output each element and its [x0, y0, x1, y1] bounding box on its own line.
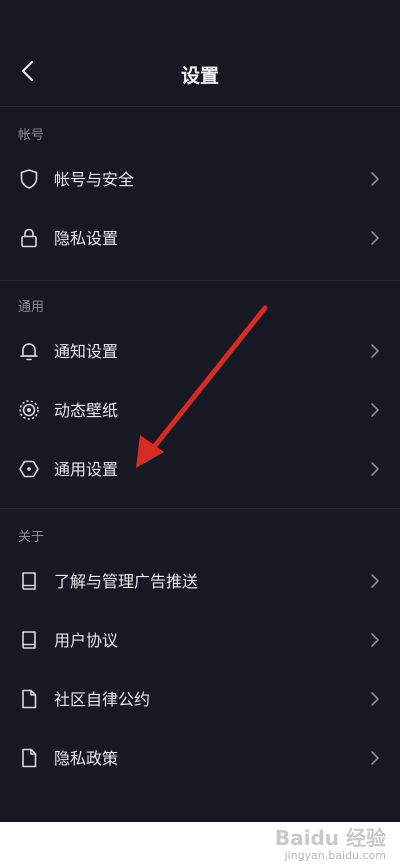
watermark-strip: Baidu 经验 jingyan.baidu.com	[0, 822, 400, 866]
settings-row-ad-preferences[interactable]: 了解与管理广告推送	[0, 552, 400, 611]
chevron-right-icon	[371, 231, 379, 245]
account-settings-list: 帐号与安全 隐私设置	[0, 150, 400, 268]
bell-icon	[18, 340, 40, 362]
settings-row-label: 用户协议	[54, 631, 119, 650]
settings-row-user-agreement[interactable]: 用户协议	[0, 611, 400, 670]
settings-row-general[interactable]: 通用设置	[0, 440, 400, 499]
settings-row-label: 隐私设置	[54, 229, 119, 248]
settings-row-label: 隐私政策	[54, 749, 119, 768]
section-divider	[0, 508, 400, 509]
status-bar	[0, 0, 400, 42]
watermark-brand: Baidu 经验	[274, 826, 386, 850]
app-header: 设置	[0, 42, 400, 107]
page-title: 设置	[180, 65, 219, 87]
chevron-right-icon	[371, 172, 379, 186]
chevron-right-icon	[371, 344, 379, 358]
general-settings-list: 通知设置 动态壁纸 通用设置	[0, 322, 400, 499]
settings-row-notifications[interactable]: 通知设置	[0, 322, 400, 381]
chevron-right-icon	[371, 403, 379, 417]
hexagon-icon	[18, 458, 40, 480]
settings-row-label: 了解与管理广告推送	[54, 572, 199, 591]
section-label-general: 通用	[18, 300, 45, 315]
document-icon	[18, 688, 40, 710]
settings-row-live-wallpaper[interactable]: 动态壁纸	[0, 381, 400, 440]
document-icon	[18, 747, 40, 769]
lock-icon	[18, 227, 40, 249]
settings-row-account-security[interactable]: 帐号与安全	[0, 150, 400, 209]
book-icon	[18, 629, 40, 651]
settings-row-label: 通知设置	[54, 342, 119, 361]
shield-icon	[18, 168, 40, 190]
section-label-about: 关于	[18, 530, 45, 545]
chevron-right-icon	[371, 692, 379, 706]
section-label-account: 帐号	[18, 128, 45, 143]
chevron-right-icon	[371, 462, 379, 476]
settings-row-privacy[interactable]: 隐私设置	[0, 209, 400, 268]
settings-row-community-guidelines[interactable]: 社区自律公约	[0, 670, 400, 729]
chevron-right-icon	[371, 633, 379, 647]
about-settings-list: 了解与管理广告推送 用户协议 社区自律公约 隐私政策	[0, 552, 400, 788]
baidu-jingyan-watermark: Baidu 经验 jingyan.baidu.com	[242, 822, 392, 862]
settings-row-label: 帐号与安全	[54, 170, 135, 189]
settings-row-label: 动态壁纸	[54, 401, 119, 420]
chevron-right-icon	[371, 751, 379, 765]
live-wallpaper-icon	[18, 399, 40, 421]
section-divider	[0, 280, 400, 281]
watermark-url: jingyan.baidu.com	[284, 849, 386, 862]
chevron-right-icon	[371, 574, 379, 588]
settings-row-label: 通用设置	[54, 460, 119, 479]
settings-row-privacy-policy[interactable]: 隐私政策	[0, 729, 400, 788]
book-icon	[18, 570, 40, 592]
settings-row-label: 社区自律公约	[54, 690, 151, 709]
